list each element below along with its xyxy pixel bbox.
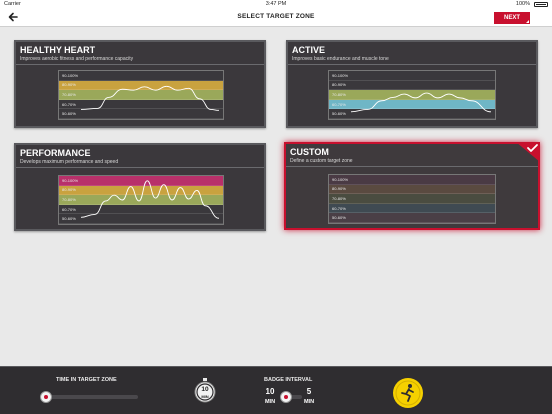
zone-label: 90-100%: [332, 176, 349, 182]
next-button[interactable]: NEXT: [494, 12, 530, 24]
curve-line: [80, 85, 220, 111]
zone-band: 50-60%: [329, 213, 495, 223]
page-title: SELECT TARGET ZONE: [237, 13, 315, 20]
zone-band: 90-100%: [329, 175, 495, 185]
curve-line: [350, 92, 492, 113]
heart-rate-curve: [350, 92, 492, 113]
card-subtitle: Define a custom target zone: [290, 158, 353, 164]
zone-label: 50-60%: [332, 215, 346, 221]
badge-interval-min-unit: MIN: [264, 399, 276, 405]
zone-band: 60-70%: [329, 203, 495, 214]
card-divider: [288, 64, 536, 65]
badge-interval-max-unit: MIN: [303, 399, 315, 405]
runner-medal-icon: [395, 380, 421, 406]
badge-interval-slider-thumb[interactable]: [280, 391, 292, 403]
time-in-zone-slider-thumb[interactable]: [40, 391, 52, 403]
nav-bar: SELECT TARGET ZONE NEXT: [0, 9, 552, 27]
zone-label: 80-90%: [332, 186, 346, 192]
zone-card-custom[interactable]: CUSTOM Define a custom target zone 90-10…: [284, 142, 540, 230]
card-title: HEALTHY HEART: [20, 45, 96, 55]
heart-rate-curve: [80, 85, 220, 111]
zone-chart: 90-100% 80-90% 70-80% 60-70% 50-60%: [58, 175, 224, 225]
zone-chart: 90-100% 80-90% 70-80% 60-70% 50-60%: [328, 174, 496, 224]
card-title: PERFORMANCE: [20, 148, 91, 158]
clock: 3:47 PM: [265, 1, 287, 7]
timer-value: 10: [201, 386, 209, 393]
card-subtitle: Develops maximum performance and speed: [20, 159, 119, 165]
badge-interval-label: BADGE INTERVAL: [264, 377, 313, 383]
selected-check-icon: [516, 142, 540, 162]
zone-chart: 90-100% 80-90% 70-80% 60-70% 50-60%: [328, 70, 496, 120]
badge-interval-max-value: 5: [306, 387, 312, 396]
status-bar: Carrier 3:47 PM 100%: [0, 0, 552, 9]
battery-percent: 100%: [515, 1, 530, 7]
card-subtitle: Improves aerobic fitness and performance…: [20, 56, 134, 62]
card-divider: [16, 167, 264, 168]
card-title: ACTIVE: [292, 45, 326, 55]
zone-band: 70-80%: [329, 194, 495, 204]
card-divider: [16, 64, 264, 65]
badge-medal-button[interactable]: [393, 378, 423, 408]
card-subtitle: Improves basic endurance and muscle tone: [292, 56, 389, 62]
battery-icon: [534, 2, 548, 7]
zone-card-healthy-heart[interactable]: HEALTHY HEART Improves aerobic fitness a…: [14, 40, 266, 128]
zone-card-active[interactable]: ACTIVE Improves basic endurance and musc…: [286, 40, 538, 128]
heart-rate-curve: [80, 180, 220, 219]
curve-line: [80, 180, 220, 219]
zone-card-performance[interactable]: PERFORMANCE Develops maximum performance…: [14, 143, 266, 231]
time-in-zone-label: TIME IN TARGET ZONE: [56, 377, 117, 383]
card-title: CUSTOM: [290, 147, 329, 157]
zone-label: 60-70%: [332, 205, 346, 211]
time-in-zone-slider[interactable]: [40, 395, 138, 399]
badge-interval-min-value: 10: [265, 387, 275, 396]
zone-label: 70-80%: [332, 195, 346, 201]
card-divider: [286, 166, 538, 167]
zone-chart: 90-100% 80-90% 70-80% 60-70% 50-60%: [58, 70, 224, 120]
bottom-toolbar: TIME IN TARGET ZONE 10 MIN BADGE INTERVA…: [0, 366, 552, 414]
timer-unit: MIN: [201, 394, 209, 399]
zone-band: 80-90%: [329, 184, 495, 195]
